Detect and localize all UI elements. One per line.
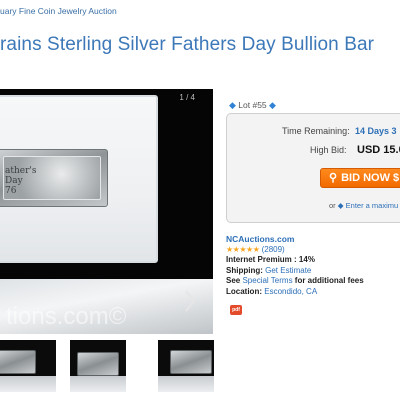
internet-premium-value: 14% — [298, 255, 315, 264]
seller-info: NCAuctions.com ★★★★★ (2809) Internet Pre… — [226, 234, 364, 297]
or-text: or — [329, 201, 336, 210]
high-bid-value: USD 15.0 — [357, 144, 400, 156]
image-viewer[interactable]: ather's Day 76 tions.com© 1 / 4 — [0, 89, 213, 334]
page-title: rains Sterling Silver Fathers Day Bullio… — [0, 34, 375, 55]
rating-stars-icon: ★★★★★ — [226, 244, 260, 254]
bid-now-button[interactable]: ⚲ BID NOW $ — [320, 168, 400, 188]
breadcrumb[interactable]: uary Fine Coin Jewelry Auction — [0, 6, 117, 16]
time-remaining-label: Time Remaining: — [282, 126, 350, 136]
bar-engraving-line2: Day — [5, 176, 23, 186]
bid-panel: Time Remaining: 14 Days 3 High Bid: USD … — [226, 113, 400, 223]
rating-count: (2809) — [261, 244, 285, 254]
special-terms-link[interactable]: Special Terms — [242, 276, 292, 285]
acrylic-stand-image: ather's Day 76 — [0, 95, 158, 263]
max-bid-line: or ◆ Enter a maximu — [329, 201, 398, 210]
seller-rating[interactable]: ★★★★★ (2809) — [226, 245, 364, 256]
high-bid-label: High Bid: — [310, 145, 347, 155]
bar-engraving-line1: ather's — [5, 166, 37, 176]
internet-premium-row: Internet Premium : 14% — [226, 255, 364, 266]
location-value[interactable]: Escondido, CA — [264, 287, 317, 296]
next-lot-icon[interactable]: ◆ — [269, 100, 276, 110]
thumbnail-1[interactable] — [0, 340, 56, 392]
special-terms-row: See Special Terms for additional fees — [226, 276, 364, 287]
shipping-row: Shipping: Get Estimate — [226, 266, 364, 277]
auction-house-link[interactable]: NCAuctions.com — [226, 234, 364, 245]
enter-maximum-link[interactable]: Enter a maximu — [346, 201, 399, 210]
see-text: See — [226, 276, 241, 285]
location-label: Location: — [226, 286, 262, 296]
time-remaining-value: 14 Days 3 — [355, 126, 397, 136]
thumbnail-3[interactable] — [158, 340, 214, 392]
additional-fees-text: for additional fees — [294, 276, 364, 285]
thumbnail-2[interactable] — [70, 340, 126, 392]
bid-now-label: BID NOW $ — [341, 172, 400, 184]
bar-engraving-line3: 76 — [5, 186, 17, 196]
watermark: tions.com© — [6, 303, 127, 330]
photo-counter: 1 / 4 — [179, 93, 195, 102]
max-bid-bullet-icon: ◆ — [337, 201, 344, 210]
shipping-label: Shipping: — [226, 265, 263, 275]
thumbnail-strip — [0, 340, 214, 395]
previous-lot-icon[interactable]: ◆ — [229, 100, 236, 110]
location-row: Location: Escondido, CA — [226, 287, 364, 298]
next-image-arrow-icon[interactable] — [183, 289, 197, 313]
internet-premium-label: Internet Premium : — [226, 255, 297, 264]
get-estimate-link[interactable]: Get Estimate — [265, 266, 311, 275]
lot-number: Lot #55 — [238, 100, 267, 110]
pdf-icon[interactable]: pdf — [230, 305, 242, 315]
gavel-icon: ⚲ — [329, 172, 338, 184]
silver-bar-image: ather's Day 76 — [0, 149, 108, 207]
lot-navigation: ◆ Lot #55 ◆ — [229, 100, 276, 111]
